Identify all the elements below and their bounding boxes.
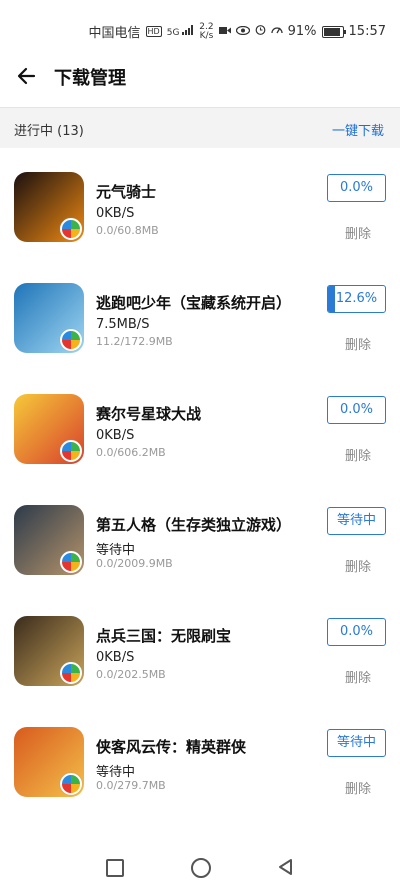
app-name: 赛尔号星球大战 (96, 405, 202, 423)
source-badge-icon (60, 662, 82, 684)
navigation-bar (0, 848, 400, 888)
delete-button[interactable]: 删除 (345, 667, 371, 686)
download-item[interactable]: 元气骑士 0KB/S 0.0/60.8MB 0.0% 删除 (0, 148, 400, 259)
eye-icon (235, 24, 250, 39)
progress-button[interactable]: 12.6% (327, 285, 386, 313)
download-speed: 等待中 (96, 765, 136, 780)
app-icon (14, 505, 84, 575)
recent-apps-button[interactable] (106, 859, 124, 877)
app-name: 第五人格（生存类独立游戏） (96, 516, 292, 534)
source-badge-icon (60, 329, 82, 351)
app-icon (14, 727, 84, 797)
source-badge-icon (60, 440, 82, 462)
download-item[interactable]: 侠客风云传：精英群侠 等待中 0.0/279.7MB 等待中 删除 (0, 703, 400, 814)
nav-back-icon[interactable] (276, 857, 296, 877)
app-name: 侠客风云传：精英群侠 (96, 738, 247, 756)
download-speed: 0KB/S (96, 206, 135, 221)
hd-badge: HD (145, 26, 162, 37)
delete-button[interactable]: 删除 (345, 445, 371, 464)
download-speed: 7.5MB/S (96, 317, 150, 332)
section-header: 进行中 (13) 一键下载 (0, 107, 400, 148)
carrier-label: 中国电信 (88, 26, 141, 41)
alarm-icon (255, 24, 266, 39)
app-name: 元气骑士 (96, 183, 157, 201)
progress-button[interactable]: 0.0% (327, 618, 386, 646)
progress-button[interactable]: 等待中 (327, 729, 386, 757)
battery-percent: 91% (287, 24, 317, 39)
download-item[interactable]: 点兵三国：无限刷宝 0KB/S 0.0/202.5MB 0.0% 删除 (0, 592, 400, 703)
app-icon (14, 172, 84, 242)
app-icon (14, 283, 84, 353)
section-label: 进行中 (13) (14, 124, 84, 139)
page-title: 下载管理 (54, 68, 126, 89)
download-speed: 等待中 (96, 543, 136, 558)
back-arrow-icon[interactable] (14, 62, 42, 90)
download-size: 0.0/60.8MB (96, 224, 159, 237)
source-badge-icon (60, 773, 82, 795)
speed-gauge-icon (270, 24, 283, 39)
video-icon (218, 24, 231, 39)
source-badge-icon (60, 218, 82, 240)
download-item[interactable]: 逃跑吧少年（宝藏系统开启） 7.5MB/S 11.2/172.9MB 12.6%… (0, 259, 400, 370)
download-item[interactable]: 第五人格（生存类独立游戏） 等待中 0.0/2009.9MB 等待中 删除 (0, 481, 400, 592)
status-bar: 中国电信 HD 5G 2.2 K/s 91% 15:57 (0, 0, 400, 58)
clock: 15:57 (348, 24, 386, 39)
delete-button[interactable]: 删除 (345, 223, 371, 242)
battery-icon (321, 25, 346, 38)
download-size: 11.2/172.9MB (96, 335, 173, 348)
progress-fill (328, 286, 336, 312)
progress-button[interactable]: 等待中 (327, 507, 386, 535)
download-item[interactable]: 赛尔号星球大战 0KB/S 0.0/606.2MB 0.0% 删除 (0, 370, 400, 481)
app-name: 逃跑吧少年（宝藏系统开启） (96, 294, 292, 312)
delete-button[interactable]: 删除 (345, 334, 371, 353)
download-speed: 0KB/S (96, 428, 135, 443)
network-speed: 2.2 K/s (199, 21, 214, 41)
download-size: 0.0/606.2MB (96, 446, 166, 459)
delete-button[interactable]: 删除 (345, 778, 371, 797)
progress-button[interactable]: 0.0% (327, 174, 386, 202)
download-size: 0.0/2009.9MB (96, 557, 173, 570)
download-all-button[interactable]: 一键下载 (332, 120, 384, 139)
download-speed: 0KB/S (96, 650, 135, 665)
progress-button[interactable]: 0.0% (327, 396, 386, 424)
signal-icon: 5G (167, 25, 195, 38)
download-size: 0.0/202.5MB (96, 668, 166, 681)
delete-button[interactable]: 删除 (345, 556, 371, 575)
app-name: 点兵三国：无限刷宝 (96, 627, 232, 645)
download-size: 0.0/279.7MB (96, 779, 166, 792)
home-button[interactable] (191, 858, 211, 878)
app-bar: 下载管理 (0, 58, 400, 106)
download-list: 元气骑士 0KB/S 0.0/60.8MB 0.0% 删除 逃跑吧少年（宝藏系统… (0, 148, 400, 848)
source-badge-icon (60, 551, 82, 573)
app-icon (14, 616, 84, 686)
app-icon (14, 394, 84, 464)
